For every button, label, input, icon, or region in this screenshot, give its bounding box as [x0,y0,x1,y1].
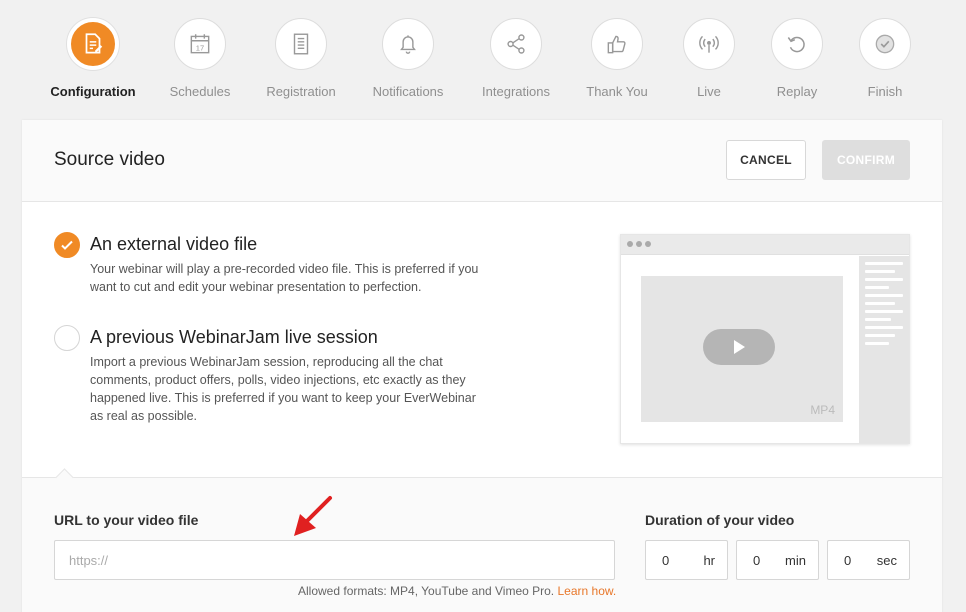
checkmark-icon [61,240,73,250]
video-url-input[interactable] [54,540,615,580]
step-label: Registration [266,84,336,99]
option-description: Import a previous WebinarJam session, re… [90,355,476,423]
formats-hint-text: Allowed formats: MP4, YouTube and Vimeo … [298,584,555,598]
card-title: Source video [54,149,165,170]
step-integrations[interactable]: Integrations [461,18,571,99]
card-header: Source video CANCEL CONFIRM [22,120,942,202]
sidebar-line [865,326,903,329]
source-video-card: Source video CANCEL CONFIRM An external … [22,120,942,612]
duration-seconds-input[interactable] [828,541,876,579]
sidebar-line [865,262,903,265]
sidebar-line [865,294,903,297]
thumbs-up-icon [607,35,626,54]
step-label: Finish [867,84,903,99]
share-icon [507,34,525,54]
duration-seconds-field[interactable]: sec [827,540,910,580]
check-circle-icon [875,34,895,54]
video-settings-section: URL to your video file Allowed formats: … [22,468,942,612]
format-tag: MP4 [810,403,835,417]
sidebar-line [865,342,889,345]
edit-document-icon [85,33,103,54]
unit-label: sec [876,553,897,568]
step-label: Notifications [372,84,444,99]
sidebar-line [865,270,895,273]
step-schedules[interactable]: 17 Schedules [145,18,255,99]
step-circle [275,18,327,70]
url-field-label: URL to your video file [54,512,199,528]
step-circle: 17 [174,18,226,70]
preview-window-bar [621,235,909,255]
duration-field-label: Duration of your video [645,512,795,528]
duration-hours-field[interactable]: hr [645,540,728,580]
step-circle [67,18,119,70]
wizard-stepper: Configuration 17 Schedules Registration [0,0,966,110]
preview-sidebar [859,256,909,443]
sidebar-line [865,318,891,321]
step-circle [591,18,643,70]
calendar-day: 17 [196,44,204,53]
window-dot [636,241,642,247]
option-description: Your webinar will play a pre-recorded vi… [90,262,479,294]
radio-external-video[interactable] [54,232,80,258]
duration-hours-input[interactable] [646,541,694,579]
window-dot [627,241,633,247]
step-notifications[interactable]: Notifications [353,18,463,99]
formats-hint: Allowed formats: MP4, YouTube and Vimeo … [298,584,616,598]
sidebar-line [865,278,903,281]
preview-video-area: MP4 [641,276,843,422]
annotation-arrow-icon [294,496,332,536]
step-registration[interactable]: Registration [246,18,356,99]
learn-how-link[interactable]: Learn how. [558,584,617,598]
unit-label: hr [703,553,715,568]
unit-label: min [785,553,806,568]
option-title: A previous WebinarJam live session [90,327,378,347]
calendar-icon: 17 [190,34,210,54]
step-configuration[interactable]: Configuration [38,18,148,99]
sidebar-line [865,310,903,313]
step-circle [771,18,823,70]
step-circle [490,18,542,70]
sidebar-line [865,286,889,289]
bell-icon [400,35,416,54]
replay-icon [787,36,805,53]
step-finish[interactable]: Finish [830,18,940,99]
step-circle [683,18,735,70]
play-icon [734,340,745,354]
radio-previous-session[interactable] [54,325,80,351]
page: Configuration 17 Schedules Registration [0,0,966,612]
window-dot [645,241,651,247]
video-preview-illustration: MP4 [620,234,910,444]
step-label: Configuration [50,84,136,99]
sidebar-line [865,302,895,305]
form-icon [293,33,309,55]
step-circle [859,18,911,70]
cancel-button[interactable]: CANCEL [726,140,806,180]
step-label: Integrations [482,84,550,99]
section-pointer [55,468,74,487]
option-title: An external video file [90,234,258,254]
play-button-icon [703,329,775,365]
duration-minutes-input[interactable] [737,541,785,579]
sidebar-line [865,334,895,337]
broadcast-icon [699,35,719,53]
step-circle [382,18,434,70]
confirm-button[interactable]: CONFIRM [822,140,910,180]
duration-minutes-field[interactable]: min [736,540,819,580]
step-label: Schedules [169,84,231,99]
